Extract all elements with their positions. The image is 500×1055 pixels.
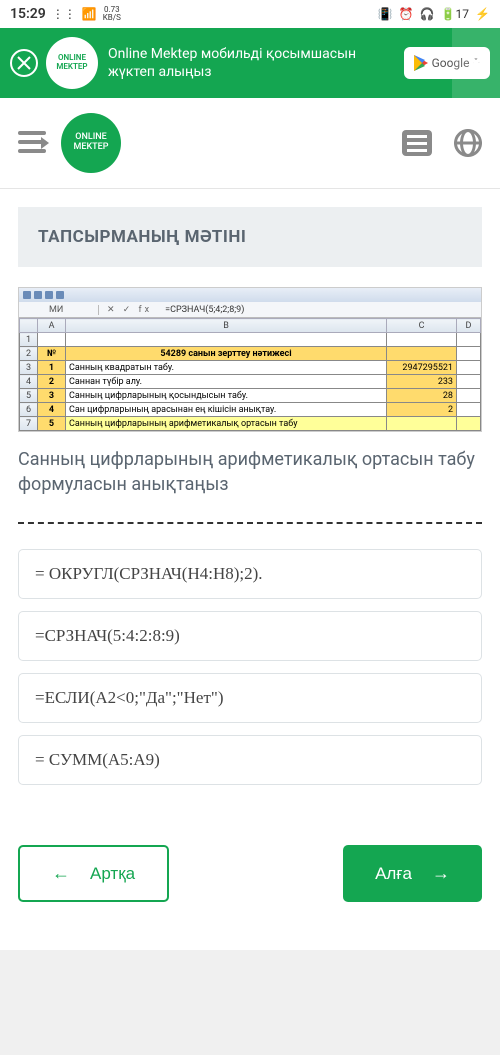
headphones-icon: 🎧 (420, 7, 435, 21)
answer-option[interactable]: =ЕСЛИ(A2<0;"Да";"Нет") (18, 673, 482, 723)
next-label: Алға (375, 864, 412, 884)
divider (18, 522, 482, 524)
alarm-icon: ⏰ (399, 7, 414, 21)
table-row: 6 4 Сан цифрларының арасынан ең кішісін … (20, 403, 481, 417)
nav-buttons: ← Артқа Алға → (18, 845, 482, 932)
vibrate-icon: 📳 (378, 7, 393, 21)
table-row: 7 5 Санның цифрларының арифметикалық орт… (20, 417, 481, 431)
table-row: 1 (20, 333, 481, 347)
table-row: 5 3 Санның цифрларының қосындысын табу. … (20, 389, 481, 403)
name-box: МИ (19, 305, 99, 315)
task-title: ТАПСЫРМАНЫҢ МӘТІНІ (18, 207, 482, 267)
arrow-left-icon: ← (52, 863, 70, 884)
back-button[interactable]: ← Артқа (18, 845, 169, 902)
battery-indicator: 🔋17 (441, 7, 469, 21)
banner-logo: ONLINE MEKTEP (46, 37, 98, 89)
status-bar: 15:29 ⋮⋮ 📶 0.73 KB/S 📳 ⏰ 🎧 🔋17 ⚡ (0, 0, 500, 28)
formula-icons: ✕ ✓ fx (99, 305, 160, 315)
spreadsheet-table: A B C D 1 2 № 54289 санын зерттеу нәтиже… (19, 318, 481, 431)
wifi-icon: ⋮⋮ (52, 7, 76, 21)
charging-icon: ⚡ (475, 7, 490, 21)
main-content: ТАПСЫРМАНЫҢ МӘТІНІ МИ ✕ ✓ fx =СРЗНАЧ(5;4… (0, 189, 500, 950)
install-banner: ONLINE MEKTEP Online Mektep мобильді қос… (0, 28, 500, 98)
banner-close-button[interactable]: ✕ (452, 28, 500, 98)
menu-icon[interactable] (18, 131, 46, 155)
answer-option[interactable]: = ОКРУГЛ(СРЗНАЧ(H4:H8);2). (18, 549, 482, 599)
app-header: ONLINE MEKTEP (0, 98, 500, 189)
status-time: 15:29 (10, 6, 46, 22)
question-text: Санның цифрларының арифметикалық ортасын… (18, 447, 482, 497)
answer-option[interactable]: =СРЗНАЧ(5:4:2:8:9) (18, 611, 482, 661)
table-row: 3 1 Санның квадратын табу. 2947295521 (20, 361, 481, 375)
list-icon[interactable] (402, 130, 432, 156)
banner-dismiss-button[interactable] (10, 49, 38, 77)
excel-screenshot: МИ ✕ ✓ fx =СРЗНАЧ(5;4;2;8;9) A B C D 1 2… (18, 287, 482, 432)
signal-icon: 📶 (82, 7, 97, 21)
formula-bar: =СРЗНАЧ(5;4;2;8;9) (160, 305, 244, 315)
table-row: 4 2 Саннан түбір алу. 233 (20, 375, 481, 389)
network-speed: 0.73 KB/S (103, 6, 121, 22)
globe-icon[interactable] (454, 129, 482, 157)
banner-text: Online Mektep мобильді қосымшасын жүктеп… (108, 45, 404, 81)
back-label: Артқа (90, 864, 135, 884)
next-button[interactable]: Алға → (343, 845, 482, 902)
table-row: 2 № 54289 санын зерттеу нәтижесі (20, 347, 481, 361)
answer-option[interactable]: = СУММ(A5:A9) (18, 735, 482, 785)
arrow-right-icon: → (432, 863, 450, 884)
app-logo[interactable]: ONLINE MEKTEP (61, 113, 121, 173)
